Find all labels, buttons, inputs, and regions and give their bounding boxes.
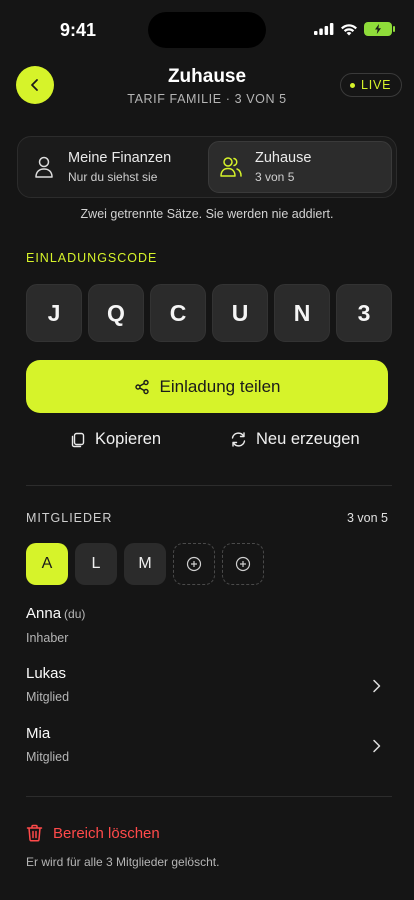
code-char: C: [150, 284, 206, 342]
live-label: LIVE: [361, 78, 392, 92]
segment-sub: Nur du siehst sie: [68, 170, 158, 184]
add-circle-icon: [186, 556, 202, 572]
copy-button[interactable]: Kopieren: [70, 430, 161, 449]
segment-zuhause[interactable]: Zuhause 3 von 5: [208, 141, 392, 193]
chevron-right-icon: [373, 739, 381, 753]
live-badge: LIVE: [340, 73, 403, 97]
member-row: Anna (du) Inhaber: [26, 605, 388, 655]
code-char: Q: [88, 284, 144, 342]
status-icons: [314, 22, 395, 36]
person-icon: [32, 155, 56, 179]
avatar[interactable]: L: [75, 543, 117, 585]
code-char: U: [212, 284, 268, 342]
share-icon: [134, 379, 149, 394]
avatar-row: A L M: [26, 543, 264, 585]
segment-sub: 3 von 5: [255, 170, 295, 184]
add-member-slot[interactable]: [222, 543, 264, 585]
regenerate-label: Neu erzeugen: [256, 430, 360, 448]
member-you-tag: (du): [64, 607, 86, 621]
dynamic-island: [148, 12, 266, 48]
member-role: Inhaber: [26, 631, 69, 645]
avatar[interactable]: A: [26, 543, 68, 585]
copy-icon: [71, 432, 85, 447]
scope-switcher: Meine Finanzen Nur du siehst sie Zuhause…: [17, 136, 397, 198]
member-name: Lukas: [26, 665, 67, 682]
chevron-right-icon: [373, 679, 381, 693]
members-label: MITGLIEDER: [26, 511, 113, 525]
delete-note: Er wird für alle 3 Mitglieder gelöscht.: [26, 855, 220, 869]
members-count: 3 von 5: [346, 511, 388, 525]
member-role: Mitglied: [26, 690, 70, 704]
regenerate-button[interactable]: Neu erzeugen: [230, 430, 360, 449]
code-char: J: [26, 284, 82, 342]
segment-label: Zuhause: [255, 150, 312, 166]
people-icon: [219, 155, 243, 179]
invite-code-label: EINLADUNGSCODE: [26, 251, 158, 265]
code-char: N: [274, 284, 330, 342]
code-char: 3: [336, 284, 392, 342]
add-circle-icon: [235, 556, 251, 572]
trash-icon: [26, 824, 43, 842]
share-invite-button[interactable]: Einladung teilen: [26, 360, 388, 413]
avatar[interactable]: M: [124, 543, 166, 585]
share-label: Einladung teilen: [159, 376, 281, 396]
member-row[interactable]: Lukas Mitglied: [26, 665, 388, 715]
delete-label: Bereich löschen: [53, 824, 160, 842]
divider: [26, 485, 392, 486]
member-name: Anna: [26, 605, 62, 622]
segment-label: Meine Finanzen: [68, 150, 172, 166]
delete-area-button[interactable]: Bereich löschen: [26, 824, 160, 842]
member-name: Mia: [26, 725, 51, 742]
member-role: Mitglied: [26, 750, 70, 764]
member-row[interactable]: Mia Mitglied: [26, 725, 388, 775]
wifi-icon: [341, 23, 357, 35]
copy-label: Kopieren: [95, 430, 162, 448]
scope-note: Zwei getrennte Sätze. Sie werden nie add…: [80, 207, 334, 221]
refresh-icon: [231, 432, 246, 447]
signal-icon: [314, 23, 334, 35]
add-member-slot[interactable]: [173, 543, 215, 585]
invite-code: J Q C U N 3: [26, 284, 392, 342]
divider: [26, 796, 392, 797]
status-time: 9:41: [60, 20, 97, 40]
live-dot-icon: [350, 82, 355, 88]
segment-meine-finanzen[interactable]: Meine Finanzen Nur du siehst sie: [22, 141, 208, 193]
battery-icon: [364, 22, 395, 36]
